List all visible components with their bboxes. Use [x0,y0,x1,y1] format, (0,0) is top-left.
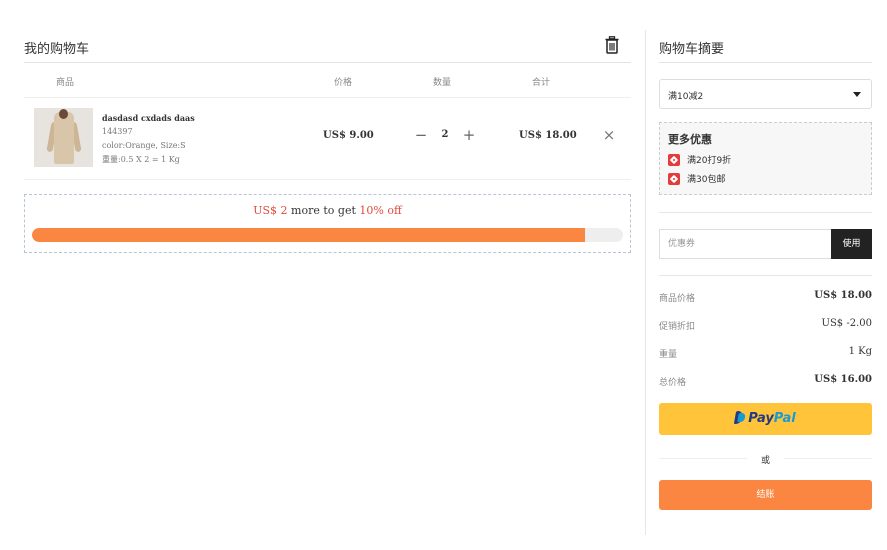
summary-divider [659,212,872,213]
or-separator: 或 [659,448,872,468]
product-sku: 144397 [102,127,133,136]
subtotal-line: 商品价格 US$ 18.00 [659,283,872,311]
more-offers-box: 更多优惠 满20打9折 满30包邮 [659,122,872,195]
weight-label: 重量 [659,350,678,360]
cart-column-headers: 商品 价格 数量 合计 [24,63,631,98]
quantity-decrease-button[interactable]: − [412,126,430,146]
promo-middle-text: more to get [287,204,360,217]
promotion-select-value: 满10减2 [668,92,704,102]
summary-panel: 购物车摘要 满10减2 更多优惠 满20打9折 满30包邮 使用 商品价格 US… [659,30,872,510]
more-offers-title: 更多优惠 [668,133,712,146]
coupon-form: 使用 [659,229,872,259]
promo-message: US$ 2 more to get 10% off [25,204,630,217]
coupon-input[interactable] [659,229,831,259]
cart-panel: 我的购物车 商品 价格 数量 合计 dasdasd cxdads daas 14… [24,30,631,253]
tag-icon [668,172,680,185]
cart-item-row: dasdasd cxdads daas 144397 color:Orange,… [24,98,631,180]
grand-total-value: US$ 16.00 [814,374,872,385]
discount-line: 促销折扣 US$ -2.00 [659,311,872,339]
paypal-logo: PayPal [659,411,872,426]
column-product: 商品 [56,78,75,88]
quantity-value[interactable]: 2 [436,129,454,140]
item-total: US$ 18.00 [519,130,577,141]
product-name[interactable]: dasdasd cxdads daas [102,111,195,125]
weight-line: 重量 1 Kg [659,339,872,367]
tag-icon [668,153,680,166]
quantity-increase-button[interactable]: + [460,126,478,146]
product-weight: 重量:0.5 X 2 = 1 Kg [102,155,180,164]
summary-title: 购物车摘要 [659,30,872,63]
product-attributes: color:Orange, Size:S [102,141,186,150]
weight-value: 1 Kg [848,346,872,357]
column-quantity: 数量 [433,78,452,88]
offer-item: 满20打9折 [668,153,871,166]
promotion-select[interactable]: 满10减2 [659,79,872,109]
cart-title: 我的购物车 [24,42,90,57]
column-price: 价格 [334,78,353,88]
paypal-icon [735,411,745,424]
column-total: 合计 [532,78,551,88]
offer-item: 满30包邮 [668,172,871,185]
caret-down-icon [853,92,861,97]
promo-progress-bar [32,228,623,242]
apply-coupon-button[interactable]: 使用 [831,229,872,259]
discount-value: US$ -2.00 [821,318,872,329]
or-label: 或 [746,456,784,466]
price-breakdown: 商品价格 US$ 18.00 促销折扣 US$ -2.00 重量 1 Kg 总价… [659,283,872,395]
quantity-stepper: − 2 + [412,126,478,146]
promo-discount: 10% off [359,204,402,217]
vertical-divider [645,30,646,535]
offer-label: 满30包邮 [687,175,726,185]
promo-progress-box: US$ 2 more to get 10% off [24,194,631,253]
subtotal-label: 商品价格 [659,294,696,304]
summary-divider [659,275,872,276]
cart-header: 我的购物车 [24,30,631,63]
product-thumbnail[interactable] [34,108,93,167]
promo-amount: US$ 2 [253,204,288,217]
product-info: dasdasd cxdads daas 144397 color:Orange,… [102,111,195,167]
item-price: US$ 9.00 [323,130,374,141]
remove-item-icon[interactable]: × [602,128,616,143]
grand-total-label: 总价格 [659,378,687,388]
subtotal-value: US$ 18.00 [814,290,872,301]
checkout-button[interactable]: 结账 [659,480,872,510]
paypal-button[interactable]: PayPal [659,403,872,435]
grand-total-line: 总价格 US$ 16.00 [659,367,872,395]
offer-label: 满20打9折 [687,156,732,166]
trash-icon[interactable] [605,36,619,54]
discount-label: 促销折扣 [659,322,696,332]
promo-progress-fill [32,228,586,242]
